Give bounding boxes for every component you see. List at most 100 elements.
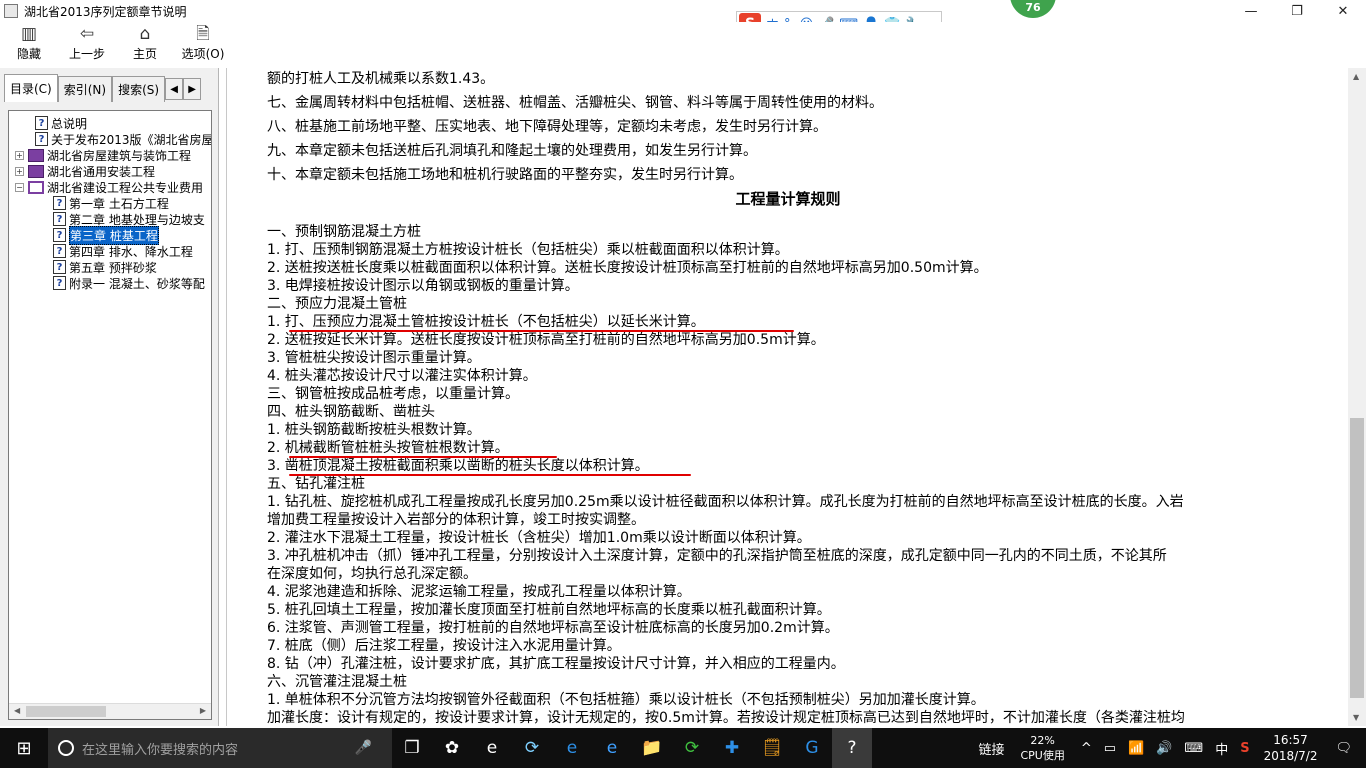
help-topic-icon: ? [53,244,66,258]
nav-tabs: 目录(C) 索引(N) 搜索(S) ◀ ▶ [4,74,202,102]
tab-scroll-right-icon[interactable]: ▶ [183,78,202,100]
text-line: 6. 注浆管、声测管工程量，按打桩前的自然地坪标高至设计桩底标高的长度另加0.2… [267,620,839,636]
task-view-icon[interactable]: ❐ [392,728,432,768]
options-button[interactable]: 🗎 选项(O) [174,22,232,66]
hide-button[interactable]: ▥ 隐藏 [0,22,58,66]
text-line: 1. 单桩体积不分沉管方法均按钢管外径截面积（不包括桩箍）乘以设计桩长（不包括预… [267,692,985,708]
scroll-thumb[interactable] [1350,418,1364,698]
text-line: 一、预制钢筋混凝土方桩 [267,224,421,240]
fan-app-icon[interactable]: ✿ [432,728,472,768]
volume-icon[interactable]: 🔊 [1156,741,1172,756]
text-line: 七、金属周转材料中包括桩帽、送桩器、桩帽盖、活瓣桩尖、钢管、料斗等属于周转性使用… [267,95,883,111]
tree-item-label: 第五章 预拌砂浆 [69,260,157,275]
content-vertical-scrollbar[interactable]: ▲ ▼ [1348,68,1366,726]
360-icon[interactable]: ⟳ [672,728,712,768]
system-tray: 链接 22% CPU使用 ^ ▭ 📶 🔊 ⌨ 中 S 16:57 2018/7/… [972,728,1366,768]
tab-index[interactable]: 索引(N) [57,76,113,102]
taskbar-search[interactable]: 在这里输入你要搜索的内容 🎤 [48,728,392,768]
options-label: 选项(O) [181,47,225,61]
text-line: 2. 送桩按送桩长度乘以桩截面面积以体积计算。送桩长度按设计桩顶标高至打桩前的自… [267,260,988,276]
help-topic-icon: ? [53,196,66,210]
tree-item[interactable]: ? 总说明 [35,115,87,131]
text-line: 四、桩头钢筋截断、凿桩头 [267,404,435,420]
scroll-right-icon[interactable]: ▶ [200,706,206,715]
close-button[interactable]: ✕ [1320,0,1366,22]
notification-icon[interactable]: 🗨 [1335,741,1352,756]
tray-expand-icon[interactable]: ^ [1081,741,1092,756]
cortana-icon [58,740,74,756]
tree-horizontal-scrollbar[interactable]: ◀ ▶ [9,703,211,719]
minimize-button[interactable]: — [1228,0,1274,22]
maximize-button[interactable]: ❐ [1274,0,1320,22]
text-line: 九、本章定额未包括送桩后孔洞填孔和隆起土壤的处理费用，如发生另行计算。 [267,143,757,159]
back-arrow-icon: ⇦ [79,24,95,44]
ie-blue-icon[interactable]: e [592,728,632,768]
tree-item[interactable]: ? 第一章 土石方工程 [53,195,169,211]
tree-item[interactable]: ? 第三章 桩基工程 [53,225,159,245]
text-line: 5. 桩孔回填土工程量，按加灌长度顶面至打桩前自然地坪标高的长度乘以桩孔截面积计… [267,602,831,618]
collapse-icon[interactable]: − [15,182,24,192]
tab-scroll-left-icon[interactable]: ◀ [165,78,184,100]
sogou-tray-icon[interactable]: S [1240,741,1249,756]
help-app-icon[interactable]: ? [832,728,872,768]
clock[interactable]: 16:57 2018/7/2 [1264,732,1318,764]
notes-icon[interactable]: 🗒 [752,728,792,768]
options-icon: 🗎 [196,24,210,44]
expand-icon[interactable]: + [15,166,24,176]
text-line: 2. 灌注水下混凝土工程量，按设计桩长（含桩尖）增加1.0m乘以设计断面以体积计… [267,530,811,546]
text-line: 3. 电焊接桩按设计图示以角钢或钢板的重量计算。 [267,278,579,294]
text-line: 八、桩基施工前场地平整、压实地表、地下障碍处理等，定额均未考虑，发生时另行计算。 [267,119,827,135]
tree-item[interactable]: ? 第五章 预拌砂浆 [53,259,157,275]
keyboard-icon[interactable]: ⌨ [1184,741,1203,756]
tree-item[interactable]: − 湖北省建设工程公共专业费用 [15,179,203,195]
input-language[interactable]: 中 [1215,739,1228,758]
battery-icon[interactable]: ▭ [1104,741,1116,756]
help-topic-icon: ? [53,228,66,242]
tree-item-label: 湖北省建设工程公共专业费用 [47,180,204,195]
help-topic-icon: ? [35,116,48,130]
text-line: 2. 机械截断管桩桩头按管桩根数计算。 [267,440,509,456]
cpu-usage[interactable]: 22% CPU使用 [1020,733,1064,763]
network-icon[interactable]: 📶 [1128,741,1144,756]
home-button[interactable]: ⌂ 主页 [116,22,174,66]
tree-item[interactable]: ? 附录一 混凝土、砂浆等配 [53,275,205,291]
text-line: 加灌长度：设计有规定的，按设计要求计算，设计无规定的，按0.5m计算。若按设计规… [267,710,1185,726]
text-line: 2. 送桩按延长米计算。送桩长度按设计桩顶标高至打桩前的自然地坪标高另加0.5m… [267,332,825,348]
file-explorer-icon[interactable]: 📁 [632,728,672,768]
clock-date: 2018/7/2 [1263,749,1318,763]
search-placeholder: 在这里输入你要搜索的内容 [82,742,239,758]
glodon-icon[interactable]: G [792,728,832,768]
expand-icon[interactable]: + [15,150,24,160]
text-line: 3. 管桩桩尖按设计图示重量计算。 [267,350,481,366]
start-button[interactable]: ⊞ [0,728,48,768]
tree-item[interactable]: + 湖北省房屋建筑与装饰工程 [15,147,191,163]
toolbar: ▥ 隐藏 ⇦ 上一步 ⌂ 主页 🗎 选项(O) [0,22,1366,66]
scroll-thumb[interactable] [26,706,106,717]
scroll-down-icon[interactable]: ▼ [1353,713,1359,722]
tab-contents[interactable]: 目录(C) [4,74,58,102]
tree-item[interactable]: + 湖北省通用安装工程 [15,163,155,179]
edge-icon[interactable]: e [552,728,592,768]
ie-icon[interactable]: e [472,728,512,768]
scroll-up-icon[interactable]: ▲ [1353,72,1359,81]
tree-item-label: 关于发布2013版《湖北省房屋 [51,132,212,147]
plus-app-icon[interactable]: ✚ [712,728,752,768]
text-line: 3. 凿桩顶混凝土按桩截面积乘以凿断的桩头长度以体积计算。 [267,458,649,474]
scroll-left-icon[interactable]: ◀ [14,706,20,715]
mic-icon[interactable]: 🎤 [355,740,372,756]
tree-item-label: 总说明 [51,116,88,131]
tree-item-label: 湖北省房屋建筑与装饰工程 [47,148,192,163]
tree-item[interactable]: ? 关于发布2013版《湖北省房屋 [35,131,212,147]
help-topic-icon: ? [35,132,48,146]
tree-item[interactable]: ? 第四章 排水、降水工程 [53,243,193,259]
hide-label: 隐藏 [16,47,41,61]
tab-search[interactable]: 搜索(S) [112,76,166,102]
text-line: 7. 桩底（侧）后注浆工程量，按设计注入水泥用量计算。 [267,638,621,654]
app-icon [4,4,18,18]
text-line: 8. 钻（冲）孔灌注桩，设计要求扩底，其扩底工程量按设计尺寸计算，并入相应的工程… [267,656,845,672]
link-label[interactable]: 链接 [978,739,1004,758]
title-bar: 湖北省2013序列定额章节说明 — ❐ ✕ [0,0,1366,22]
back-button[interactable]: ⇦ 上一步 [58,22,116,66]
text-line: 4. 泥浆池建造和拆除、泥浆运输工程量，按成孔工程量以体积计算。 [267,584,691,600]
browser-icon[interactable]: ⟳ [512,728,552,768]
